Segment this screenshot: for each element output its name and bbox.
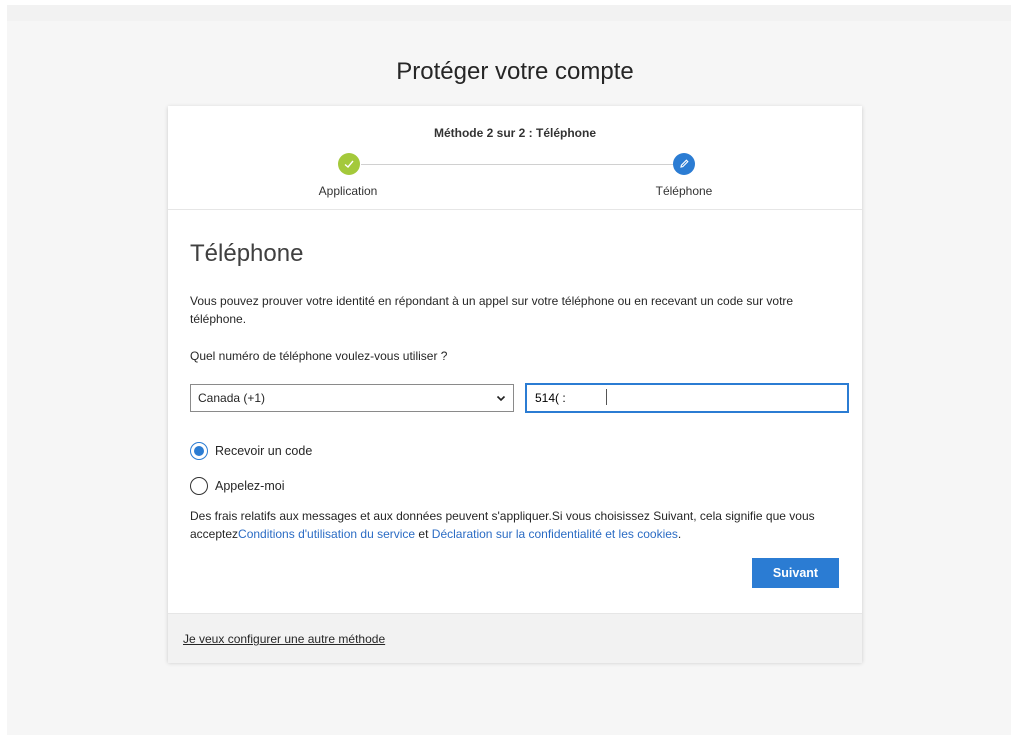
section-title: Téléphone xyxy=(190,240,304,267)
legal-end: . xyxy=(677,527,682,541)
text-cursor xyxy=(606,389,607,405)
step-connector xyxy=(361,164,683,165)
next-button[interactable]: Suivant xyxy=(752,558,839,588)
option-call-me[interactable]: Appelez-moi xyxy=(190,477,284,495)
checkmark-icon xyxy=(344,160,354,168)
terms-link[interactable]: Conditions d'utilisation du service xyxy=(238,527,415,541)
setup-card: Méthode 2 sur 2 : Téléphone Application … xyxy=(168,106,862,663)
radio-call-me[interactable] xyxy=(190,477,208,495)
legal-notice: Des frais relatifs aux messages et aux d… xyxy=(190,507,850,543)
step-header: Méthode 2 sur 2 : Téléphone Application … xyxy=(168,106,862,210)
pencil-icon xyxy=(680,159,689,168)
phone-question: Quel numéro de téléphone voulez-vous uti… xyxy=(190,349,448,363)
top-strip xyxy=(7,5,1011,21)
country-select[interactable]: Canada (+1) xyxy=(190,384,514,412)
method-label: Méthode 2 sur 2 : Téléphone xyxy=(433,126,597,140)
radio-receive-code[interactable] xyxy=(190,442,208,460)
section-description: Vous pouvez prouver votre identité en ré… xyxy=(190,294,794,326)
card-footer: Je veux configurer une autre méthode xyxy=(168,613,862,663)
step-label-telephone: Téléphone xyxy=(655,184,713,198)
other-method-link[interactable]: Je veux configurer une autre méthode xyxy=(183,632,385,646)
legal-and: et xyxy=(415,527,432,541)
option-receive-code[interactable]: Recevoir un code xyxy=(190,442,312,460)
privacy-link[interactable]: Déclaration sur la confidentialité et le… xyxy=(432,527,678,541)
step-application-status xyxy=(338,153,360,175)
step-label-application: Application xyxy=(318,184,378,198)
country-select-value: Canada (+1) xyxy=(198,391,266,405)
step-telephone-status xyxy=(673,153,695,175)
page-title: Protéger votre compte xyxy=(396,58,634,85)
option-receive-code-label: Recevoir un code xyxy=(215,444,313,458)
option-call-me-label: Appelez-moi xyxy=(215,479,285,493)
radio-selected-dot xyxy=(194,446,204,456)
phone-number-input[interactable] xyxy=(525,383,849,413)
chevron-down-icon xyxy=(496,395,506,402)
